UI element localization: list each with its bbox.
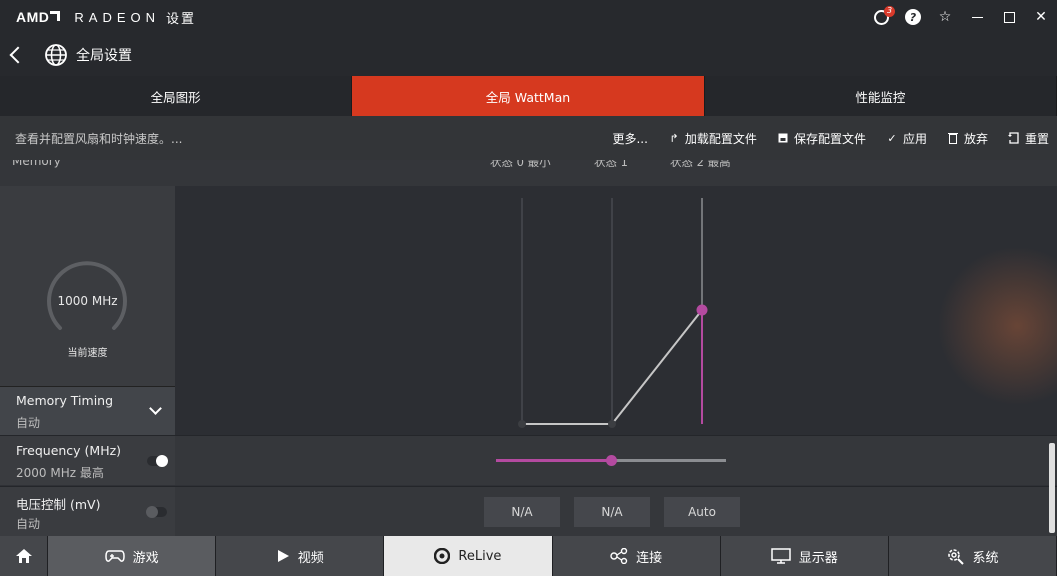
home-icon (15, 549, 32, 563)
nav-system-label: 系统 (972, 550, 999, 566)
voltage-label: 电压控制 (mV) (16, 497, 101, 512)
memory-timing-label: Memory Timing (16, 393, 114, 408)
monitor-icon (771, 548, 791, 564)
apply-button[interactable]: ✓ 应用 (886, 130, 927, 147)
content-scrollbar[interactable] (1049, 443, 1055, 533)
save-icon (777, 132, 789, 144)
nav-relive[interactable]: ReLive (384, 536, 553, 576)
favorite-button[interactable]: ☆ (929, 0, 961, 34)
nav-gaming-label: 游戏 (132, 550, 159, 566)
nav-relive-label: ReLive (458, 548, 502, 564)
save-profile-label: 保存配置文件 (793, 131, 866, 146)
frequency-slider[interactable] (496, 455, 726, 466)
nav-connect[interactable]: 连接 (552, 536, 721, 576)
frequency-slider-thumb[interactable] (605, 455, 617, 466)
close-button[interactable]: ✕ (1025, 0, 1057, 34)
frequency-label: Frequency (MHz) (16, 443, 122, 458)
chevron-down-icon[interactable] (149, 402, 162, 415)
wattman-content: Memory 状态 0 最小 状态 1 状态 2 最高 1000 MHz 当前速… (0, 160, 1057, 536)
memory-section-label: Memory (12, 160, 61, 168)
minimize-icon (971, 16, 983, 18)
toolbar: 查看并配置风扇和时钟速度。... 更多... ↱ 加载配置文件 保存配置文件 ✓… (0, 116, 1057, 160)
page-header: 全局设置 (0, 34, 1057, 76)
maximize-icon (1003, 11, 1015, 23)
memory-timing-row[interactable]: Memory Timing 自动 (0, 386, 1057, 435)
relive-icon (434, 548, 451, 564)
brand-logo: AMD RADEON 设置 (16, 8, 196, 27)
voltage-toggle[interactable] (146, 506, 167, 518)
current-speed-label: 当前速度 (67, 348, 108, 359)
voltage-state-0: N/A (484, 497, 560, 527)
brand-settings: 设置 (166, 11, 197, 27)
memory-section-header: Memory 状态 0 最小 状态 1 状态 2 最高 (0, 160, 1057, 186)
nav-display-label: 显示器 (798, 550, 838, 566)
current-speed-value: 1000 MHz (57, 294, 118, 308)
save-profile-button[interactable]: 保存配置文件 (777, 130, 866, 147)
home-button[interactable] (0, 536, 48, 576)
nav-display[interactable]: 显示器 (720, 536, 889, 576)
brand-amd: AMD (16, 9, 50, 25)
tab-global-wattman[interactable]: 全局 WattMan (352, 76, 705, 116)
notification-badge: 3 (884, 6, 895, 17)
gear-wrench-icon (946, 547, 965, 565)
voltage-row: 电压控制 (mV) 自动 N/A N/A Auto (0, 486, 1057, 536)
star-icon: ☆ (938, 9, 952, 25)
brand-radeon: RADEON (74, 9, 161, 25)
discard-button[interactable]: 放弃 (947, 130, 988, 147)
tab-global-graphics[interactable]: 全局图形 (0, 76, 353, 116)
state-0-label: 状态 0 最小 (490, 160, 551, 169)
state-1-label: 状态 1 (594, 160, 628, 169)
nav-gaming[interactable]: 游戏 (48, 536, 217, 576)
page-title: 全局设置 (76, 48, 132, 64)
apply-label: 应用 (902, 131, 927, 146)
memory-timing-value: 自动 (16, 416, 41, 430)
nav-system[interactable]: 系统 (888, 536, 1057, 576)
nav-connect-label: 连接 (636, 550, 663, 566)
bottom-nav: 游戏 视频 ReLive 连接 显示器 系统 (0, 536, 1057, 576)
check-icon: ✓ (887, 131, 897, 145)
notification-button[interactable]: 3 (865, 0, 897, 34)
load-profile-label: 加载配置文件 (684, 131, 757, 146)
title-bar: AMD RADEON 设置 3 ? ☆ ✕ (0, 0, 1057, 34)
maximize-button[interactable] (993, 0, 1025, 34)
gamepad-icon (104, 549, 125, 563)
help-button[interactable]: ? (897, 0, 929, 34)
tab-bar: 全局图形 全局 WattMan 性能监控 (0, 76, 1057, 116)
help-icon: ? (905, 9, 921, 25)
frequency-row: Frequency (MHz) 2000 MHz 最高 (0, 435, 1057, 485)
frequency-value: 2000 MHz 最高 (16, 466, 104, 480)
globe-icon (45, 44, 67, 66)
trash-icon (947, 132, 959, 144)
nav-video[interactable]: 视频 (216, 536, 385, 576)
nav-video-label: 视频 (297, 550, 324, 566)
discard-label: 放弃 (963, 131, 988, 146)
reset-button[interactable]: 重置 (1007, 130, 1049, 147)
minimize-button[interactable] (961, 0, 993, 34)
reset-label: 重置 (1024, 131, 1049, 146)
back-icon[interactable] (9, 46, 27, 64)
frequency-toggle[interactable] (147, 455, 168, 467)
state-2-point[interactable] (696, 304, 708, 316)
load-arrow-icon: ↱ (669, 131, 679, 145)
reset-icon (1007, 132, 1020, 144)
amd-arrow-icon (50, 11, 61, 21)
load-profile-button[interactable]: ↱ 加载配置文件 (668, 130, 757, 147)
tab-performance-monitor[interactable]: 性能监控 (704, 76, 1057, 116)
state-2-label: 状态 2 最高 (670, 160, 731, 169)
voltage-state-2: Auto (664, 497, 740, 527)
close-icon: ✕ (1035, 9, 1047, 25)
toolbar-description: 查看并配置风扇和时钟速度。... (15, 131, 183, 146)
voltage-state-1: N/A (574, 497, 650, 527)
play-icon (276, 549, 290, 563)
share-icon (610, 548, 628, 564)
more-link[interactable]: 更多... (612, 130, 647, 147)
voltage-value: 自动 (16, 517, 41, 531)
